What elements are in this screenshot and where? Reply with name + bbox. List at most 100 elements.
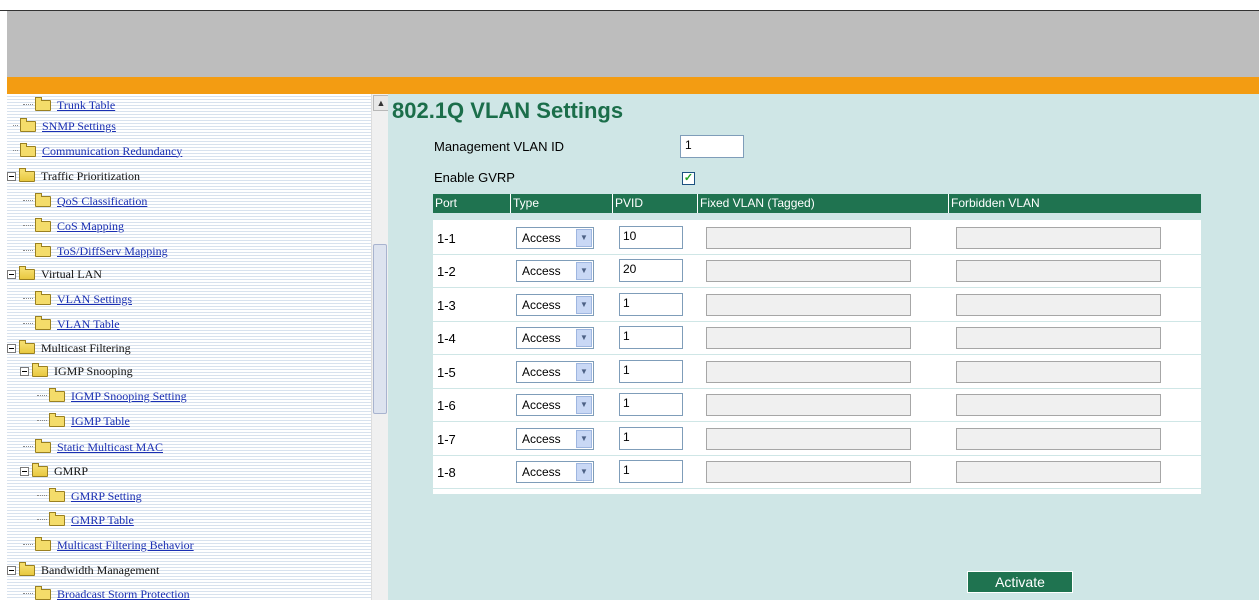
forbidden-vlan-input[interactable] (956, 394, 1161, 416)
pvid-input[interactable]: 1 (619, 326, 683, 349)
sidebar-item-label[interactable]: Multicast Filtering Behavior (57, 538, 194, 553)
folder-icon (35, 536, 51, 551)
sidebar-item-snmp-settings[interactable]: SNMP Settings (13, 115, 116, 137)
fixed-vlan-input[interactable] (706, 394, 911, 416)
sidebar-item-gmrp[interactable]: GMRP (20, 460, 88, 482)
sidebar-item-label[interactable]: IGMP Snooping Setting (71, 389, 187, 404)
sidebar-item-label[interactable]: Broadcast Storm Protection (57, 587, 190, 600)
pvid-input[interactable]: 1 (619, 427, 683, 450)
chevron-down-icon[interactable]: ▼ (576, 262, 592, 280)
chevron-down-icon[interactable]: ▼ (576, 329, 592, 347)
fixed-vlan-input[interactable] (706, 260, 911, 282)
forbidden-vlan-input[interactable] (956, 227, 1161, 249)
management-vlan-input[interactable]: 1 (680, 135, 744, 158)
sidebar-item-label: GMRP (54, 463, 89, 478)
type-select[interactable]: Access ▼ (516, 294, 594, 316)
sidebar-item-gmrp-setting[interactable]: GMRP Setting (37, 485, 142, 507)
table-row: 1-6 Access ▼ 1 (433, 389, 1201, 422)
type-select[interactable]: Access ▼ (516, 394, 594, 416)
sidebar-item-communication-redundancy[interactable]: Communication Redundancy (13, 140, 182, 162)
activate-button[interactable]: Activate (967, 571, 1073, 593)
sidebar-item-label[interactable]: VLAN Settings (57, 292, 132, 307)
sidebar-item-label[interactable]: Static Multicast MAC (57, 440, 163, 455)
sidebar-item-traffic-prioritization[interactable]: Traffic Prioritization (7, 165, 140, 187)
chevron-down-icon[interactable]: ▼ (576, 296, 592, 314)
pvid-input[interactable]: 10 (619, 226, 683, 249)
sidebar-item-label[interactable]: IGMP Table (71, 414, 130, 429)
sidebar-item-label[interactable]: ToS/DiffServ Mapping (57, 244, 168, 259)
sidebar-item-label[interactable]: CoS Mapping (57, 219, 124, 234)
sidebar-item-trunk-table[interactable]: Trunk Table (23, 94, 115, 116)
pvid-input[interactable]: 1 (619, 460, 683, 483)
fixed-vlan-input[interactable] (706, 428, 911, 450)
chevron-down-icon[interactable]: ▼ (576, 229, 592, 247)
tree-connector (37, 495, 47, 497)
forbidden-vlan-input[interactable] (956, 327, 1161, 349)
sidebar-scrollbar[interactable]: ▲ (371, 94, 389, 600)
sidebar-item-multicast-filtering-behavior[interactable]: Multicast Filtering Behavior (23, 534, 194, 556)
chevron-down-icon[interactable]: ▼ (576, 363, 592, 381)
collapse-icon[interactable] (7, 343, 16, 353)
table-row: 1-1 Access ▼ 10 (433, 222, 1201, 255)
pvid-input[interactable]: 1 (619, 360, 683, 383)
sidebar-item-label[interactable]: GMRP Table (71, 513, 134, 528)
sidebar-item-static-multicast-mac[interactable]: Static Multicast MAC (23, 436, 163, 458)
collapse-icon[interactable] (7, 269, 16, 279)
chevron-down-icon[interactable]: ▼ (576, 463, 592, 481)
open-folder-icon (19, 561, 35, 576)
sidebar-item-vlan-settings[interactable]: VLAN Settings (23, 288, 132, 310)
sidebar-item-gmrp-table[interactable]: GMRP Table (37, 509, 134, 531)
fixed-vlan-input[interactable] (706, 227, 911, 249)
sidebar-item-bandwidth-management[interactable]: Bandwidth Management (7, 559, 159, 581)
sidebar-item-label[interactable]: GMRP Setting (71, 489, 142, 504)
collapse-icon[interactable] (7, 171, 16, 181)
sidebar-item-igmp-snooping-setting[interactable]: IGMP Snooping Setting (37, 385, 187, 407)
sidebar-item-igmp-snooping[interactable]: IGMP Snooping (20, 360, 133, 382)
sidebar-item-broadcast-storm-protection[interactable]: Broadcast Storm Protection (23, 583, 190, 600)
sidebar-item-qos-classification[interactable]: QoS Classification (23, 190, 147, 212)
fixed-vlan-input[interactable] (706, 294, 911, 316)
port-cell: 1-4 (437, 331, 456, 346)
sidebar-item-label: IGMP Snooping (54, 363, 133, 378)
open-folder-icon (19, 265, 35, 280)
scrollbar-thumb[interactable] (373, 244, 387, 414)
pvid-input[interactable]: 1 (619, 393, 683, 416)
type-select[interactable]: Access ▼ (516, 428, 594, 450)
collapse-icon[interactable] (7, 565, 16, 575)
tree-connector (37, 519, 47, 521)
chevron-down-icon[interactable]: ▼ (576, 430, 592, 448)
pvid-input[interactable]: 20 (619, 259, 683, 282)
sidebar-item-label[interactable]: Communication Redundancy (42, 144, 182, 159)
chevron-down-icon[interactable]: ▼ (576, 396, 592, 414)
type-select[interactable]: Access ▼ (516, 461, 594, 483)
sidebar-item-igmp-table[interactable]: IGMP Table (37, 410, 130, 432)
forbidden-vlan-input[interactable] (956, 260, 1161, 282)
fixed-vlan-input[interactable] (706, 327, 911, 349)
type-select[interactable]: Access ▼ (516, 260, 594, 282)
enable-gvrp-checkbox[interactable]: ✓ (682, 172, 695, 185)
forbidden-vlan-input[interactable] (956, 461, 1161, 483)
sidebar-item-cos-mapping[interactable]: CoS Mapping (23, 215, 124, 237)
forbidden-vlan-input[interactable] (956, 361, 1161, 383)
scroll-up-icon[interactable]: ▲ (373, 95, 389, 111)
pvid-input[interactable]: 1 (619, 293, 683, 316)
sidebar-item-label[interactable]: SNMP Settings (42, 119, 116, 134)
sidebar-item-multicast-filtering[interactable]: Multicast Filtering (7, 337, 131, 359)
type-select[interactable]: Access ▼ (516, 227, 594, 249)
collapse-icon[interactable] (20, 366, 29, 376)
fixed-vlan-input[interactable] (706, 361, 911, 383)
type-select[interactable]: Access ▼ (516, 327, 594, 349)
sidebar-item-virtual-lan[interactable]: Virtual LAN (7, 263, 102, 285)
open-folder-icon (19, 167, 35, 182)
type-value: Access (522, 398, 561, 412)
collapse-icon[interactable] (20, 466, 29, 476)
type-select[interactable]: Access ▼ (516, 361, 594, 383)
sidebar-item-vlan-table[interactable]: VLAN Table (23, 313, 120, 335)
forbidden-vlan-input[interactable] (956, 428, 1161, 450)
sidebar-item-label[interactable]: VLAN Table (57, 317, 120, 332)
forbidden-vlan-input[interactable] (956, 294, 1161, 316)
sidebar-item-tos-diffserv-mapping[interactable]: ToS/DiffServ Mapping (23, 240, 168, 262)
sidebar-item-label[interactable]: Trunk Table (57, 98, 115, 113)
fixed-vlan-input[interactable] (706, 461, 911, 483)
sidebar-item-label[interactable]: QoS Classification (57, 194, 147, 209)
